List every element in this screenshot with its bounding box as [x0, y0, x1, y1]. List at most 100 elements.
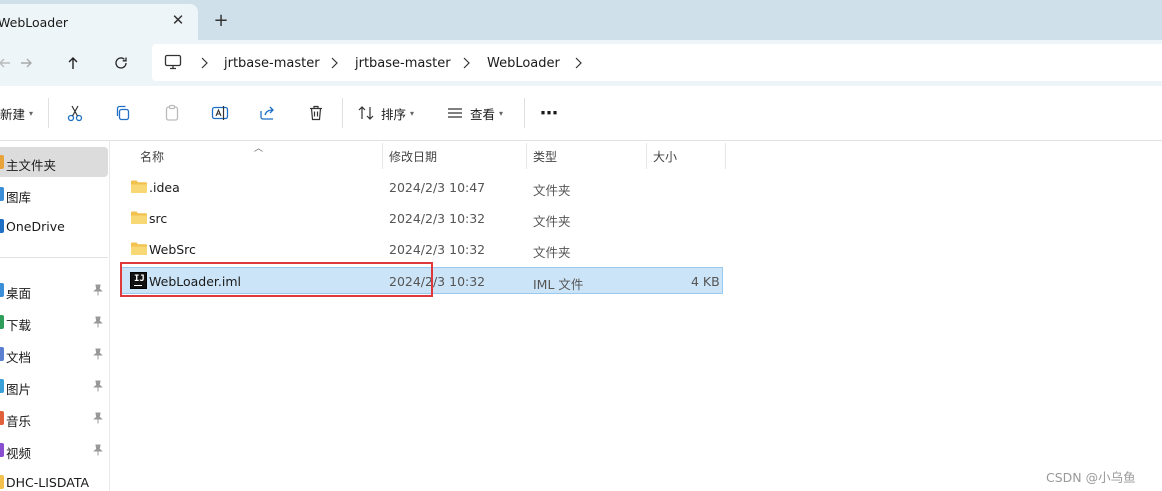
share-icon — [260, 106, 274, 120]
rename-icon — [211, 106, 229, 120]
navigation-pane: 主文件夹 图库 OneDrive 桌面 下载 文档 图片 音乐 视频 DHC-L… — [0, 141, 110, 491]
command-toolbar: 新建 ▾ 排序 ▾ 查看 ▾ ⋯ — [0, 86, 1162, 141]
sidebar-item-label: 下载 — [6, 318, 32, 333]
file-modified: 2024/2/3 10:47 — [389, 180, 486, 195]
file-name: WebLoader.iml — [149, 274, 242, 289]
sort-label: 排序 — [381, 106, 407, 122]
table-row[interactable]: WebSrc 2024/2/3 10:32 文件夹 — [120, 236, 723, 263]
new-button[interactable]: 新建 ▾ — [0, 102, 33, 124]
chevron-right-icon — [575, 57, 582, 69]
copy-button[interactable] — [114, 102, 132, 124]
sidebar-item-label: 音乐 — [6, 414, 32, 429]
chevron-down-icon: ▾ — [29, 108, 34, 118]
table-row[interactable]: .idea 2024/2/3 10:47 文件夹 — [120, 174, 723, 201]
new-tab-icon[interactable]: + — [212, 12, 230, 30]
breadcrumb-jrtbase-master-1[interactable]: jrtbase-master — [224, 56, 320, 71]
sidebar-item-music[interactable]: 音乐 — [0, 403, 108, 433]
new-label: 新建 — [0, 106, 26, 122]
file-name: .idea — [149, 180, 180, 195]
sidebar-item-label: 图库 — [6, 190, 32, 205]
breadcrumb-webloader[interactable]: WebLoader — [487, 56, 560, 71]
table-row-selected[interactable]: IJ WebLoader.iml 2024/2/3 10:32 IML 文件 4… — [120, 267, 723, 294]
address-bar[interactable]: jrtbase-master jrtbase-master WebLoader — [152, 44, 1162, 81]
cut-button[interactable] — [66, 102, 84, 124]
file-modified: 2024/2/3 10:32 — [389, 274, 486, 289]
sidebar-item-documents[interactable]: 文档 — [0, 339, 108, 369]
sidebar-item-home[interactable]: 主文件夹 — [0, 147, 108, 177]
view-button[interactable]: 查看 ▾ — [446, 102, 503, 124]
trash-icon — [310, 105, 322, 121]
breadcrumb-jrtbase-master-2[interactable]: jrtbase-master — [355, 56, 451, 71]
file-modified: 2024/2/3 10:32 — [389, 211, 486, 226]
desktop-icon — [0, 283, 4, 297]
chevron-right-icon — [331, 57, 338, 69]
column-separator[interactable] — [725, 143, 726, 169]
file-size: 4 KB — [691, 274, 720, 289]
arrow-up-icon[interactable] — [62, 52, 84, 74]
sidebar-divider — [0, 257, 108, 258]
file-type: IML 文件 — [533, 277, 584, 292]
navigation-bar: jrtbase-master jrtbase-master WebLoader — [0, 40, 1162, 86]
pin-icon[interactable] — [92, 380, 104, 392]
more-options-button[interactable]: ⋯ — [540, 102, 558, 124]
sidebar-item-downloads[interactable]: 下载 — [0, 307, 108, 337]
delete-button[interactable] — [307, 102, 325, 124]
sort-icon — [358, 106, 374, 120]
sidebar-item-desktop[interactable]: 桌面 — [0, 275, 108, 305]
pin-icon[interactable] — [92, 348, 104, 360]
divider — [48, 98, 49, 128]
tab-webloader[interactable]: WebLoader ✕ — [0, 4, 198, 40]
sidebar-item-onedrive[interactable]: OneDrive — [0, 211, 108, 241]
pin-icon[interactable] — [92, 412, 104, 424]
copy-icon — [116, 105, 130, 121]
pin-icon[interactable] — [92, 444, 104, 456]
sidebar-item-videos[interactable]: 视频 — [0, 435, 108, 465]
view-label: 查看 — [470, 106, 496, 122]
sidebar-item-label: OneDrive — [6, 219, 65, 234]
picture-icon — [0, 379, 4, 393]
file-modified: 2024/2/3 10:32 — [389, 242, 486, 257]
divider — [342, 98, 343, 128]
close-icon[interactable]: ✕ — [170, 12, 186, 28]
tab-strip: WebLoader ✕ + — [0, 0, 1162, 40]
pin-icon[interactable] — [92, 284, 104, 296]
share-button[interactable] — [259, 102, 277, 124]
arrow-left-icon[interactable] — [0, 52, 16, 74]
folder-icon — [131, 242, 147, 255]
gallery-icon — [0, 187, 4, 201]
sidebar-item-dhc-lisdata[interactable]: DHC-LISDATA — [0, 467, 108, 491]
sidebar-item-label: 主文件夹 — [6, 158, 57, 173]
cloud-icon — [0, 219, 4, 233]
document-icon — [0, 347, 4, 361]
file-list: ︿ 名称 修改日期 类型 大小 .idea 2024/2/3 10:47 文件夹… — [110, 141, 1162, 491]
watermark: CSDN @小乌鱼 — [1046, 470, 1136, 485]
sidebar-item-label: 桌面 — [6, 286, 32, 301]
sidebar-item-label: 文档 — [6, 350, 32, 365]
chevron-right-icon — [463, 57, 470, 69]
sidebar-item-label: DHC-LISDATA — [6, 475, 90, 490]
file-name: src — [149, 211, 168, 226]
folder-icon — [0, 475, 4, 489]
refresh-icon[interactable] — [110, 52, 132, 74]
column-header-name[interactable]: 名称 — [134, 141, 382, 169]
column-header-size[interactable]: 大小 — [647, 141, 725, 169]
column-header-modified[interactable]: 修改日期 — [383, 141, 526, 169]
rename-button[interactable] — [211, 102, 229, 124]
sidebar-item-gallery[interactable]: 图库 — [0, 179, 108, 209]
file-type: 文件夹 — [533, 245, 571, 260]
folder-icon — [131, 211, 147, 224]
tab-title: WebLoader — [0, 15, 69, 30]
column-header-type[interactable]: 类型 — [527, 141, 646, 169]
sort-button[interactable]: 排序 ▾ — [357, 102, 414, 124]
video-icon — [0, 443, 4, 457]
paste-button[interactable] — [163, 102, 181, 124]
pin-icon[interactable] — [92, 316, 104, 328]
folder-icon — [131, 180, 147, 193]
download-icon — [0, 315, 4, 329]
chevron-down-icon: ▾ — [499, 108, 504, 118]
chevron-right-icon — [201, 57, 208, 69]
arrow-right-icon[interactable] — [15, 52, 37, 74]
music-icon — [0, 411, 4, 425]
table-row[interactable]: src 2024/2/3 10:32 文件夹 — [120, 205, 723, 232]
sidebar-item-pictures[interactable]: 图片 — [0, 371, 108, 401]
